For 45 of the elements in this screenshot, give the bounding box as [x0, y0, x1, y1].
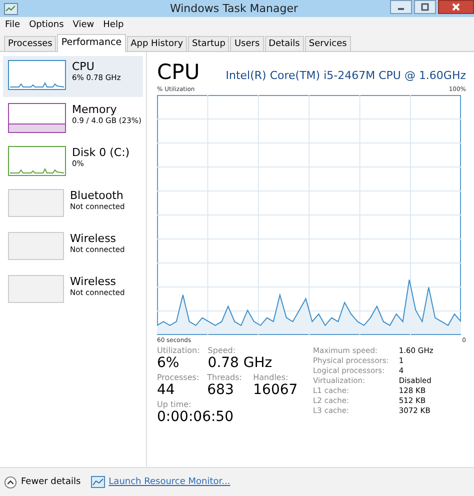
resource-name: Wireless [70, 275, 118, 288]
monitor-icon [90, 476, 105, 488]
menu-item[interactable]: View [72, 20, 94, 30]
maximize-icon [420, 2, 430, 12]
resource-name: Wireless [70, 232, 118, 245]
stat-label: Threads: [207, 373, 243, 382]
menu-item[interactable]: Help [103, 20, 124, 30]
resource-title: CPU [157, 60, 200, 84]
stat-label: Up time: [157, 400, 192, 409]
close-button[interactable] [438, 0, 474, 14]
empty-graph [8, 232, 64, 260]
app-icon [4, 2, 18, 14]
stat-value: 0.78 GHz [208, 355, 272, 371]
stat-value: 44 [157, 382, 176, 398]
window-title: Windows Task Manager [168, 2, 300, 15]
resource-name: Memory [72, 103, 118, 116]
stat-value: 683 [207, 382, 235, 398]
empty-graph [8, 189, 64, 217]
resource-name: Disk 0 (C:) [72, 146, 130, 159]
resource-monitor-link[interactable]: Launch Resource Monitor... [108, 477, 230, 487]
tab[interactable]: Startup [188, 36, 230, 51]
tab[interactable]: Performance [57, 34, 126, 52]
close-icon [451, 2, 461, 12]
fewer-details-button[interactable]: Fewer details [4, 476, 87, 488]
tab[interactable]: App History [126, 36, 188, 51]
resource-name: Bluetooth [70, 189, 124, 202]
maximize-button[interactable] [414, 0, 436, 14]
stat-value: 0:00:06:50 [157, 409, 234, 425]
stat-value: 6% [157, 355, 180, 371]
minimize-button[interactable] [390, 0, 412, 14]
cpu-model: Intel(R) Core(TM) i5-2467M CPU @ 1.60GHz [226, 69, 466, 82]
resource-name: CPU [72, 60, 96, 73]
empty-graph [8, 275, 64, 303]
stat-label: Utilization: [157, 346, 200, 355]
menu-item[interactable]: File [5, 20, 20, 30]
tab[interactable]: Services [304, 36, 351, 51]
stat-label: Handles: [253, 373, 290, 382]
stat-label: Speed: [208, 346, 237, 355]
menu-item[interactable]: Options [29, 20, 64, 30]
tab[interactable]: Details [264, 36, 304, 51]
tab[interactable]: Users [230, 36, 264, 51]
collapse-icon [4, 476, 17, 488]
tab[interactable]: Processes [4, 36, 56, 51]
stat-value: 16067 [253, 382, 298, 398]
stat-label: Processes: [157, 373, 200, 382]
